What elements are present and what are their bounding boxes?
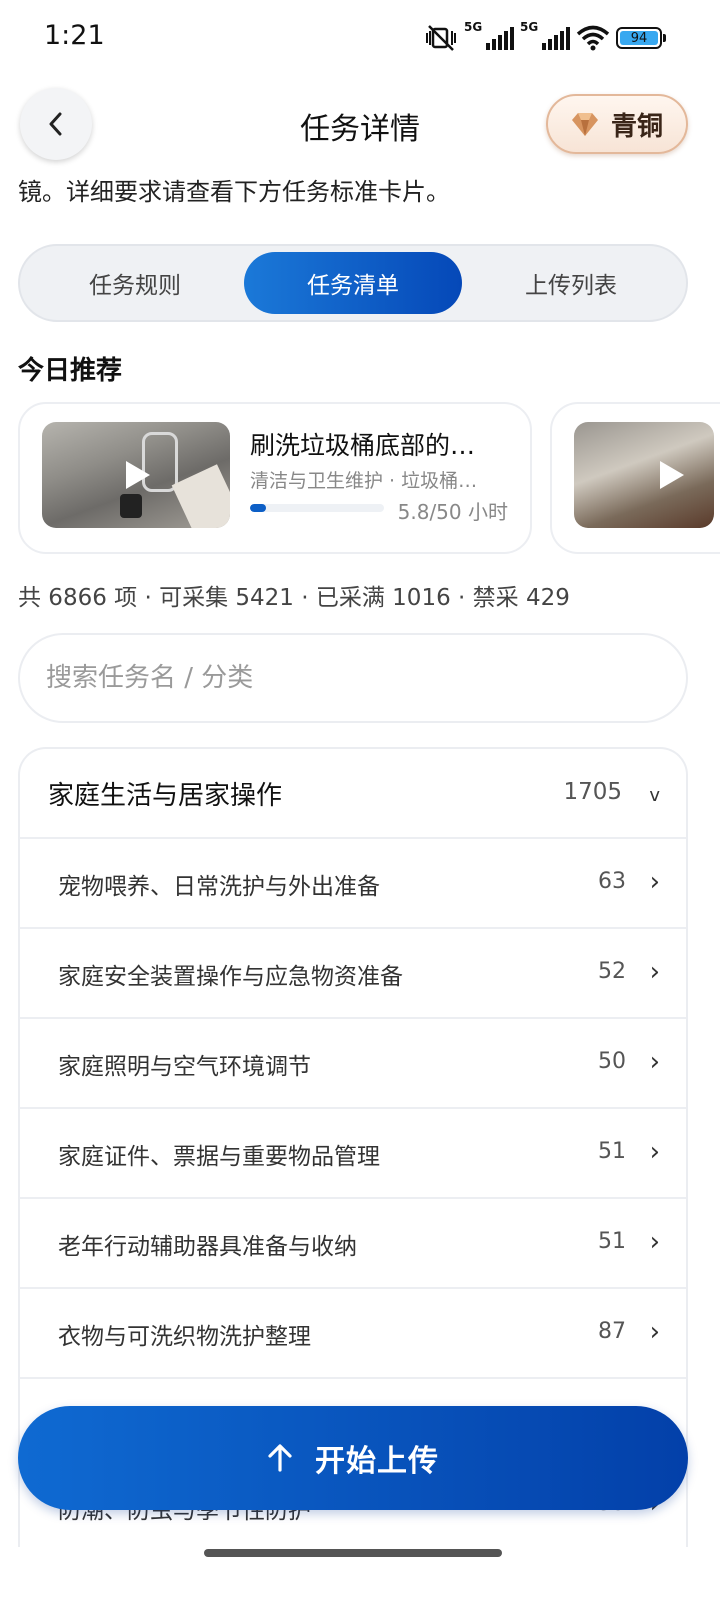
chevron-right-icon: › bbox=[649, 1227, 660, 1257]
diamond-icon bbox=[571, 113, 598, 136]
tab-task-list[interactable]: 任务清单 bbox=[244, 252, 462, 314]
subcategory-count: 52 bbox=[598, 959, 626, 984]
subcategory-row[interactable]: 宠物喂养、日常洗护与外出准备 63 › bbox=[20, 839, 686, 929]
chevron-right-icon: › bbox=[649, 867, 660, 897]
subcategory-label: 家庭照明与空气环境调节 bbox=[58, 1054, 311, 1080]
category-count: 1705 bbox=[563, 779, 622, 805]
rank-label: 青铜 bbox=[610, 111, 663, 142]
subcategory-row[interactable]: 家庭证件、票据与重要物品管理 51 › bbox=[20, 1109, 686, 1199]
subcategory-row[interactable]: 家庭安全装置操作与应急物资准备 52 › bbox=[20, 929, 686, 1019]
video-thumbnail[interactable] bbox=[574, 422, 714, 528]
subcategory-label: 家庭证件、票据与重要物品管理 bbox=[58, 1144, 380, 1170]
status-icons: 5G 5G 94 bbox=[424, 20, 666, 54]
subcategory-label: 家庭安全装置操作与应急物资准备 bbox=[58, 964, 403, 990]
recommend-card-hours: 5.8/50 小时 bbox=[397, 500, 508, 524]
recommend-heading: 今日推荐 bbox=[18, 356, 123, 386]
signal-5g-2-icon: 5G bbox=[520, 20, 570, 50]
vibrate-off-icon bbox=[426, 25, 456, 51]
tab-bar: 任务规则 任务清单 上传列表 bbox=[18, 244, 688, 322]
rank-badge[interactable]: 青铜 bbox=[546, 94, 688, 154]
arrow-up-icon bbox=[268, 1444, 292, 1472]
home-indicator[interactable] bbox=[204, 1549, 502, 1557]
chevron-down-icon: v bbox=[649, 785, 660, 806]
chevron-right-icon: › bbox=[649, 1137, 660, 1167]
subcategory-label: 衣物与可洗织物洗护整理 bbox=[58, 1324, 311, 1350]
play-icon bbox=[660, 461, 684, 489]
search-input[interactable] bbox=[46, 635, 656, 721]
search-box bbox=[18, 633, 688, 723]
subcategory-count: 51 bbox=[598, 1229, 626, 1254]
battery-level: 94 bbox=[620, 31, 658, 46]
wifi-icon bbox=[576, 25, 610, 51]
subcategory-count: 50 bbox=[598, 1049, 626, 1074]
recommend-card-title: 刷洗垃圾桶底部的… bbox=[250, 431, 476, 460]
recommend-card[interactable]: 刷洗垃圾桶底部的… 清洁与卫生维护 · 垃圾桶… 5.8/50 小时 bbox=[18, 402, 532, 554]
start-upload-label: 开始上传 bbox=[315, 1444, 439, 1479]
signal-5g-1-icon: 5G bbox=[464, 20, 514, 50]
chevron-right-icon: › bbox=[649, 1047, 660, 1077]
video-thumbnail[interactable] bbox=[42, 422, 230, 528]
tab-task-rules[interactable]: 任务规则 bbox=[26, 252, 244, 314]
chevron-right-icon: › bbox=[649, 957, 660, 987]
task-description-text: 镜。详细要求请查看下方任务标准卡片。 bbox=[18, 178, 450, 206]
recommend-card-category: 清洁与卫生维护 · 垃圾桶… bbox=[250, 470, 478, 492]
subcategory-count: 63 bbox=[598, 869, 626, 894]
subcategory-row[interactable]: 老年行动辅助器具准备与收纳 51 › bbox=[20, 1199, 686, 1289]
task-summary: 共 6866 项 · 可采集 5421 · 已采满 1016 · 禁采 429 bbox=[18, 585, 570, 611]
subcategory-label: 宠物喂养、日常洗护与外出准备 bbox=[58, 874, 380, 900]
subcategory-row[interactable]: 家庭照明与空气环境调节 50 › bbox=[20, 1019, 686, 1109]
status-time: 1:21 bbox=[44, 20, 105, 51]
subcategory-row[interactable]: 衣物与可洗织物洗护整理 87 › bbox=[20, 1289, 686, 1379]
subcategory-count: 87 bbox=[598, 1319, 626, 1344]
category-title: 家庭生活与居家操作 bbox=[48, 781, 283, 811]
status-bar: 1:21 5G 5G 94 bbox=[0, 0, 720, 76]
progress-bar bbox=[250, 504, 384, 512]
play-icon bbox=[126, 461, 150, 489]
chevron-right-icon: › bbox=[649, 1317, 660, 1347]
tab-upload-list[interactable]: 上传列表 bbox=[462, 252, 680, 314]
subcategory-count: 51 bbox=[598, 1139, 626, 1164]
battery-icon: 94 bbox=[616, 27, 666, 49]
progress-fill bbox=[250, 504, 266, 512]
subcategory-label: 老年行动辅助器具准备与收纳 bbox=[58, 1234, 357, 1260]
recommend-card-partial[interactable] bbox=[550, 402, 720, 554]
start-upload-button[interactable]: 开始上传 bbox=[18, 1406, 688, 1510]
category-header[interactable]: 家庭生活与居家操作 1705 v bbox=[20, 749, 686, 839]
